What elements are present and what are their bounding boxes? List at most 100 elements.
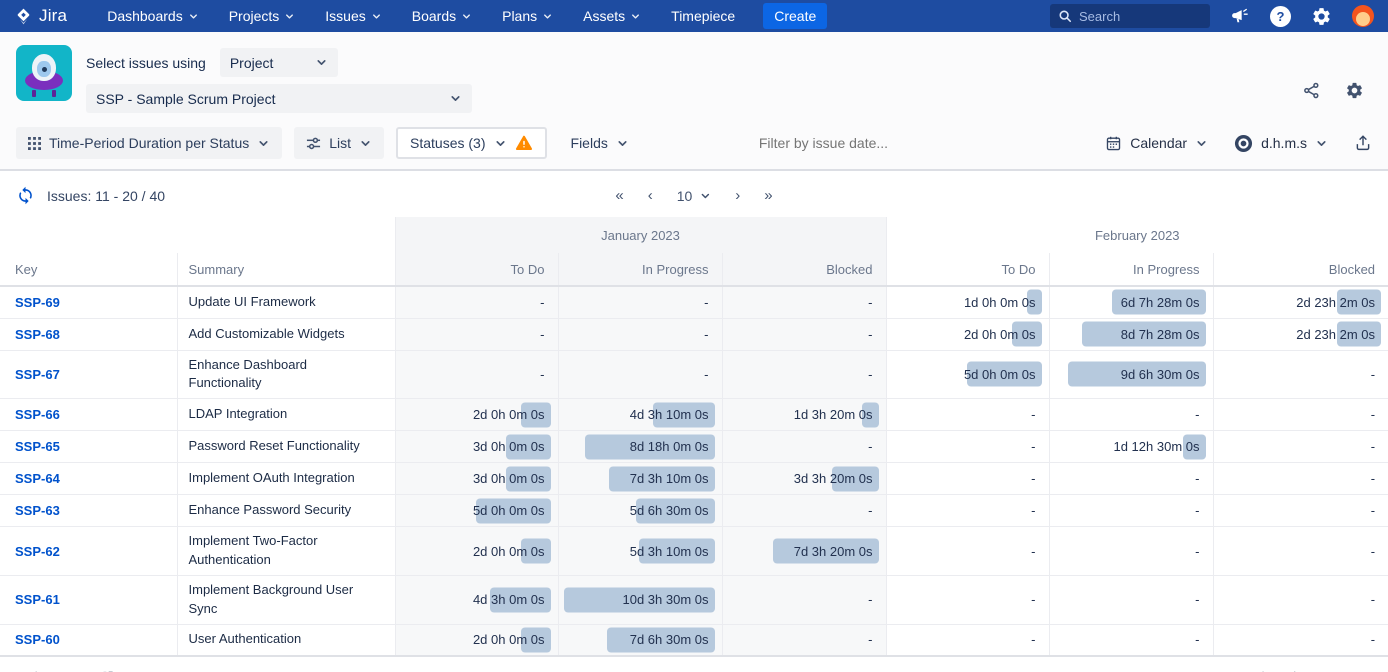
duration-cell: - (558, 286, 722, 318)
warning-icon (515, 134, 533, 152)
nav-item-projects[interactable]: Projects (229, 8, 296, 24)
refresh-icon[interactable] (16, 186, 35, 205)
announcements-icon[interactable] (1230, 6, 1250, 26)
issue-summary: Update UI Framework (177, 286, 395, 318)
calendar-select[interactable]: Calendar (1105, 135, 1208, 152)
chevron-down-icon (1315, 137, 1328, 150)
grid-icon (28, 137, 41, 150)
nav-item-dashboards[interactable]: Dashboards (107, 8, 199, 24)
duration-value: - (1371, 367, 1375, 382)
duration-value: - (1371, 544, 1375, 559)
duration-cell: - (886, 575, 1049, 624)
duration-value: - (1371, 592, 1375, 607)
issue-source-select[interactable]: Project (220, 48, 338, 77)
issue-key-link[interactable]: SSP-64 (15, 471, 60, 486)
duration-value: 2d 0h 0m 0s (473, 632, 545, 647)
duration-cell: - (1049, 527, 1213, 576)
jira-logo[interactable]: Jira (14, 6, 67, 26)
create-button[interactable]: Create (763, 3, 827, 29)
search-box[interactable] (1050, 4, 1210, 28)
fields-button[interactable]: Fields (559, 127, 641, 159)
sliders-icon (306, 136, 321, 151)
user-avatar[interactable] (1352, 5, 1374, 27)
nav-menu: Dashboards Projects Issues Boards Plans … (107, 8, 735, 24)
duration-value: 1d 0h 0m 0s (964, 295, 1036, 310)
duration-cell: - (722, 318, 886, 350)
duration-value: - (1371, 471, 1375, 486)
duration-cell: - (1213, 624, 1388, 656)
issue-key-link[interactable]: SSP-60 (15, 632, 60, 647)
issue-key-link[interactable]: SSP-62 (15, 544, 60, 559)
report-type-button[interactable]: Time-Period Duration per Status (16, 127, 282, 159)
duration-cell: 2d 0h 0m 0s (886, 318, 1049, 350)
duration-value: 2d 0h 0m 0s (473, 407, 545, 422)
nav-item-boards[interactable]: Boards (412, 8, 472, 24)
next-page-button[interactable]: › (735, 187, 740, 204)
duration-table: January 2023 February 2023 Key Summary T… (0, 217, 1388, 657)
help-icon[interactable]: ? (1270, 6, 1291, 27)
issue-key-cell: SSP-64 (0, 463, 177, 495)
issue-key-link[interactable]: SSP-67 (15, 367, 60, 382)
project-select[interactable]: SSP - Sample Scrum Project (86, 84, 472, 113)
search-input[interactable] (1079, 9, 1189, 24)
issue-key-link[interactable]: SSP-65 (15, 439, 60, 454)
duration-value: - (1031, 471, 1035, 486)
duration-cell: - (395, 318, 558, 350)
export-icon[interactable] (1354, 134, 1372, 152)
duration-value: - (704, 327, 708, 342)
statuses-button[interactable]: Statuses (3) (396, 127, 546, 159)
last-page-button[interactable]: » (764, 187, 772, 204)
prev-page-button[interactable]: ‹ (648, 187, 653, 204)
inprogress-column-header: In Progress (1049, 253, 1213, 286)
nav-item-plans[interactable]: Plans (502, 8, 553, 24)
table-row: SSP-67Enhance Dashboard Functionality---… (0, 350, 1388, 399)
issue-summary: Implement OAuth Integration (177, 463, 395, 495)
duration-cell: - (1049, 463, 1213, 495)
report-settings-icon[interactable] (1345, 81, 1364, 100)
duration-cell: - (722, 350, 886, 399)
search-icon (1058, 9, 1072, 23)
calendar-icon (1105, 135, 1122, 152)
todo-column-header: To Do (395, 253, 558, 286)
duration-cell: 2d 0h 0m 0s (395, 527, 558, 576)
duration-value: 2d 0h 0m 0s (964, 327, 1036, 342)
issue-date-filter-input[interactable] (759, 135, 979, 151)
duration-value: 7d 3h 10m 0s (630, 471, 709, 486)
issue-key-link[interactable]: SSP-61 (15, 592, 60, 607)
duration-cell: 7d 3h 10m 0s (558, 463, 722, 495)
issue-key-link[interactable]: SSP-63 (15, 503, 60, 518)
duration-cell: - (1213, 463, 1388, 495)
duration-cell: 4d 3h 10m 0s (558, 399, 722, 431)
duration-cell: - (722, 575, 886, 624)
first-page-button[interactable]: « (615, 187, 623, 204)
duration-cell: 3d 0h 0m 0s (395, 463, 558, 495)
duration-format-select[interactable]: d.h.m.s (1234, 134, 1328, 153)
duration-cell: - (1213, 431, 1388, 463)
pagination: « ‹ 10 › » (615, 187, 772, 204)
chevron-down-icon (461, 11, 472, 22)
nav-item-issues[interactable]: Issues (325, 8, 381, 24)
chevron-down-icon (284, 11, 295, 22)
issue-key-cell: SSP-60 (0, 624, 177, 656)
table-row: SSP-64 Implement OAuth Integration3d 0h 0… (0, 463, 1388, 495)
settings-icon[interactable] (1311, 6, 1332, 27)
page-size-select[interactable]: 10 (677, 188, 712, 204)
nav-item-assets[interactable]: Assets (583, 8, 641, 24)
issue-key-link[interactable]: SSP-69 (15, 295, 60, 310)
nav-item-timepiece[interactable]: Timepiece (671, 8, 735, 24)
duration-value: 2d 0h 0m 0s (473, 544, 545, 559)
issue-key-link[interactable]: SSP-68 (15, 327, 60, 342)
duration-cell: 5d 0h 0m 0s (886, 350, 1049, 399)
share-icon[interactable] (1302, 81, 1321, 100)
duration-cell: - (1049, 495, 1213, 527)
issue-key-link[interactable]: SSP-66 (15, 407, 60, 422)
duration-value: - (1195, 407, 1199, 422)
duration-cell: 8d 18h 0m 0s (558, 431, 722, 463)
table-row: SSP-62Implement Two-Factor Authenticatio… (0, 527, 1388, 576)
duration-value: - (1031, 503, 1035, 518)
duration-value: 3d 3h 20m 0s (794, 471, 873, 486)
view-mode-button[interactable]: List (294, 127, 384, 159)
duration-cell: - (1049, 399, 1213, 431)
issue-summary: Add Customizable Widgets (177, 318, 395, 350)
issue-summary: LDAP Integration (177, 399, 395, 431)
